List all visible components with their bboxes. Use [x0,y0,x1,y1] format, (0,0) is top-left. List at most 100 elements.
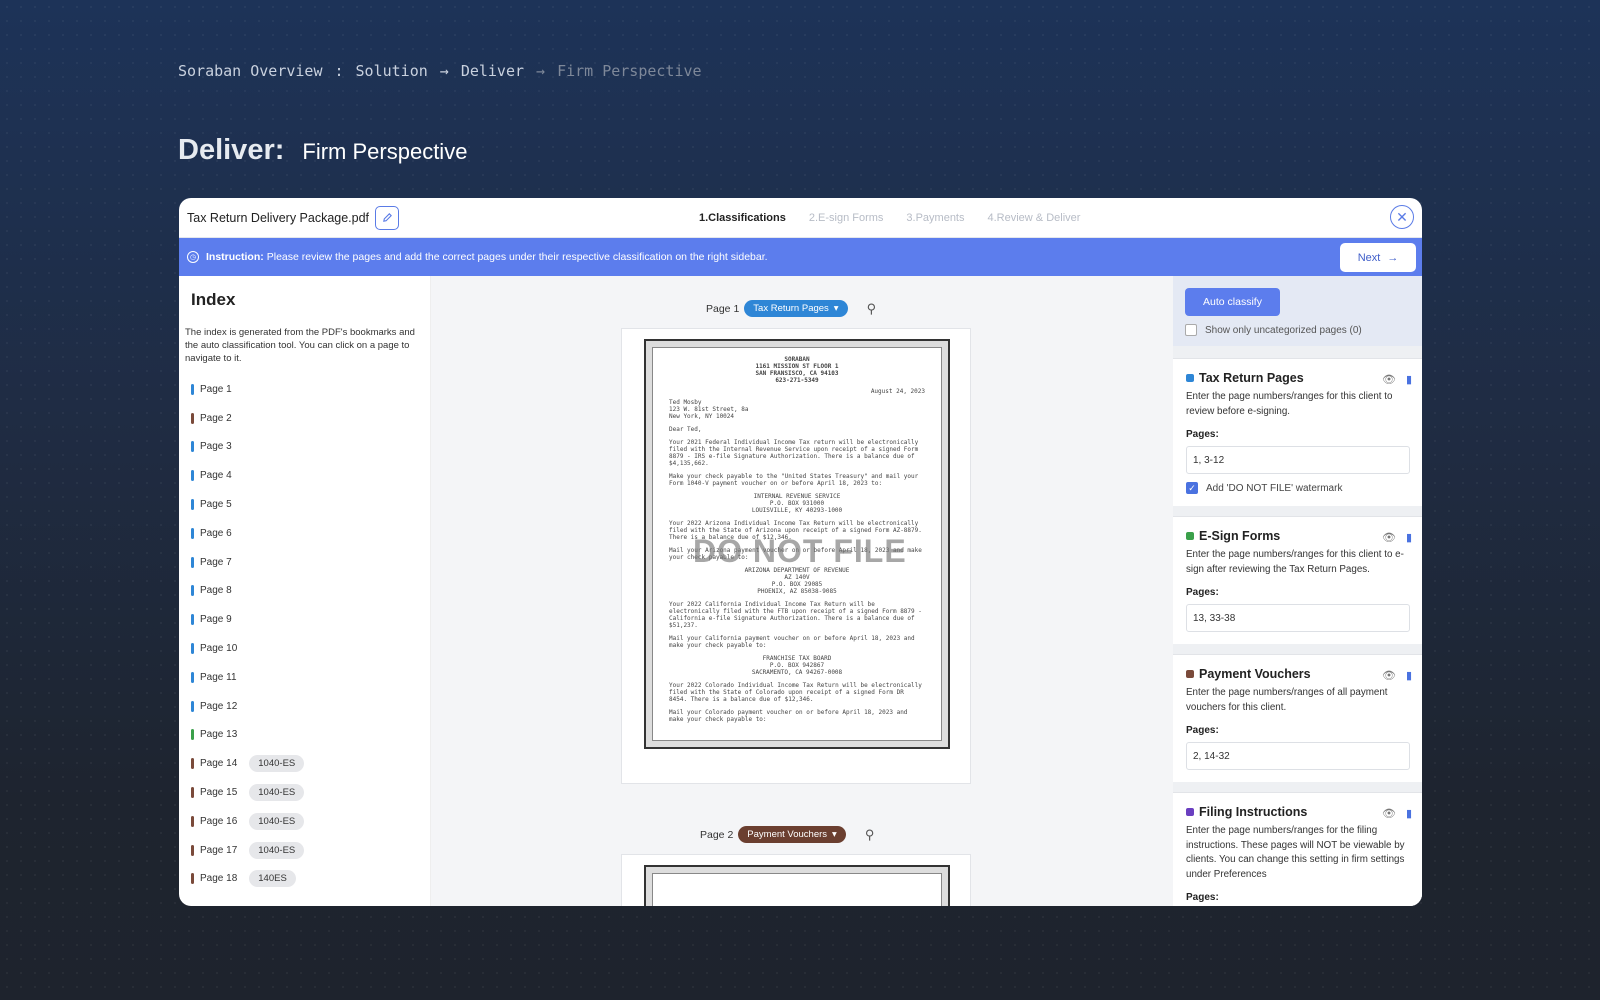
pages-label: Pages: [1186,892,1219,903]
breadcrumb-deliver[interactable]: Deliver [461,62,524,80]
index-page-item[interactable]: Page 13 [185,721,424,750]
letter-paragraph: Mail your Colorado payment voucher on or… [669,709,908,723]
breadcrumb-solution[interactable]: Solution [356,62,428,80]
index-page-item[interactable]: Page 7 [185,548,424,577]
page-2-header: Page 2 Payment Vouchers ▾ ⚲ [700,826,874,843]
section-description: Enter the page numbers/ranges for this c… [1186,391,1393,417]
index-page-item[interactable]: Page 1 [185,375,424,404]
index-page-item[interactable]: Page 16 1040-ES [185,807,424,836]
classification-color-bar [191,873,194,885]
arrow-right-icon: → [536,62,546,80]
index-page-item[interactable]: Page 4 [185,461,424,490]
section-title-text: Payment Vouchers [1199,667,1311,681]
zoom-icon[interactable]: ⚲ [867,301,877,317]
section-actions: 👁 ▮ [1382,531,1412,544]
breadcrumb-overview[interactable]: Soraban Overview [178,62,323,80]
zoom-icon[interactable]: ⚲ [865,827,875,843]
classification-dropdown[interactable]: Payment Vouchers ▾ [738,826,846,843]
arrow-right-icon: → [1387,251,1399,264]
page-1-sheet[interactable]: SORABAN 1161 MISSION ST FLOOR 1 SAN FRAN… [621,328,971,784]
letter-paragraph: Make your check payable to the "United S… [669,473,919,487]
document-icon[interactable]: ▮ [1406,669,1412,682]
index-page-item[interactable]: Page 18 140ES [185,865,424,894]
index-page-item[interactable]: Page 5 [185,490,424,519]
section-title-text: Tax Return Pages [1199,371,1304,385]
letter-paragraph: Mail your California payment voucher on … [669,635,915,649]
form-tag: 1040-ES [249,812,305,830]
index-page-label: Page 3 [200,441,232,453]
index-page-item[interactable]: Page 9 [185,605,424,634]
edit-filename-button[interactable] [375,205,400,230]
address-line: New York, NY 10024 [669,413,735,420]
page-title: Deliver: Firm Perspective [178,134,467,167]
pages-input[interactable]: 2, 14-32 [1186,742,1410,770]
document-viewer: Page 1 Tax Return Pages ▾ ⚲ SORABAN 1161… [431,276,1173,906]
tab-esign-forms[interactable]: 2.E-sign Forms [809,212,884,224]
index-page-item[interactable]: Page 15 1040-ES [185,778,424,807]
index-page-item[interactable]: Page 8 [185,577,424,606]
index-page-item[interactable]: Page 11 [185,663,424,692]
classification-color-bar [191,527,194,539]
tab-classifications[interactable]: 1.Classifications [699,212,786,224]
watermark-option-label: Add 'DO NOT FILE' watermark [1206,482,1343,494]
page-title-light: Firm Perspective [302,139,468,164]
index-page-label: Page 7 [200,556,232,568]
pages-label: Pages: [1186,429,1219,440]
page-1-label: Page 1 [706,302,740,315]
watermark-option[interactable]: ✓ Add 'DO NOT FILE' watermark [1186,482,1410,494]
index-page-item[interactable]: Page 12 [185,692,424,721]
classification-color-bar [191,470,194,482]
checkbox[interactable] [1185,324,1197,336]
index-page-item[interactable]: Page 10 [185,634,424,663]
section-title-text: Filing Instructions [1199,805,1308,819]
index-page-item[interactable]: Page 2 [185,404,424,433]
section-actions: 👁 ▮ [1382,807,1412,820]
index-page-label: Page 11 [200,671,237,683]
next-button[interactable]: Next → [1340,243,1416,272]
breadcrumb-separator: : [334,62,344,80]
color-swatch [1186,532,1194,540]
tab-payments[interactable]: 3.Payments [906,212,964,224]
index-page-label: Page 13 [200,729,238,741]
uncategorized-filter[interactable]: Show only uncategorized pages (0) [1185,324,1410,336]
tab-review-deliver[interactable]: 4.Review & Deliver [988,212,1081,224]
window-body: Index The index is generated from the PD… [179,276,1422,906]
section-title: Filing Instructions [1186,805,1410,819]
auto-classify-button[interactable]: Auto classify [1185,288,1280,316]
color-swatch [1186,670,1194,678]
eye-icon[interactable]: 👁 [1382,531,1396,544]
eye-icon[interactable]: 👁 [1382,669,1396,682]
index-title: Index [191,290,236,309]
document-icon[interactable]: ▮ [1406,373,1412,386]
pages-input[interactable]: 13, 33-38 [1186,604,1410,632]
section-esign-forms: E-Sign Forms 👁 ▮ Enter the page numbers/r… [1173,516,1422,644]
color-swatch [1186,808,1194,816]
caret-down-icon: ▾ [833,303,839,314]
close-icon: ✕ [1396,208,1408,225]
index-page-label: Page 12 [200,700,238,712]
document-icon[interactable]: ▮ [1406,531,1412,544]
classification-sidebar: Auto classify Show only uncategorized pa… [1173,276,1422,906]
page-2-sheet[interactable] [621,854,971,906]
classification-dropdown[interactable]: Tax Return Pages ▾ [744,300,848,317]
section-description: Enter the page numbers/ranges for this c… [1186,549,1404,575]
eye-icon[interactable]: 👁 [1382,807,1396,820]
document-content: SORABAN 1161 MISSION ST FLOOR 1 SAN FRAN… [652,347,942,741]
classification-color-bar [191,556,194,568]
classification-color-bar [191,441,194,453]
index-page-item[interactable]: Page 14 1040-ES [185,749,424,778]
next-label: Next [1357,251,1381,264]
checkbox-checked[interactable]: ✓ [1186,482,1198,494]
index-page-item[interactable]: Page 3 [185,433,424,462]
index-page-item[interactable]: Page 6 [185,519,424,548]
pages-label: Pages: [1186,587,1219,598]
index-page-label: Page 1 [200,383,232,395]
letter-az-address: ARIZONA DEPARTMENT OF REVENUE AZ 140V P.… [669,567,925,595]
pages-input[interactable]: 1, 3-12 [1186,446,1410,474]
address-line: PHOENIX, AZ 85038-9085 [757,588,837,595]
eye-icon[interactable]: 👁 [1382,373,1396,386]
index-page-label: Page 5 [200,499,232,511]
document-icon[interactable]: ▮ [1406,807,1412,820]
index-page-item[interactable]: Page 17 1040-ES [185,836,424,865]
close-button[interactable]: ✕ [1390,205,1414,229]
